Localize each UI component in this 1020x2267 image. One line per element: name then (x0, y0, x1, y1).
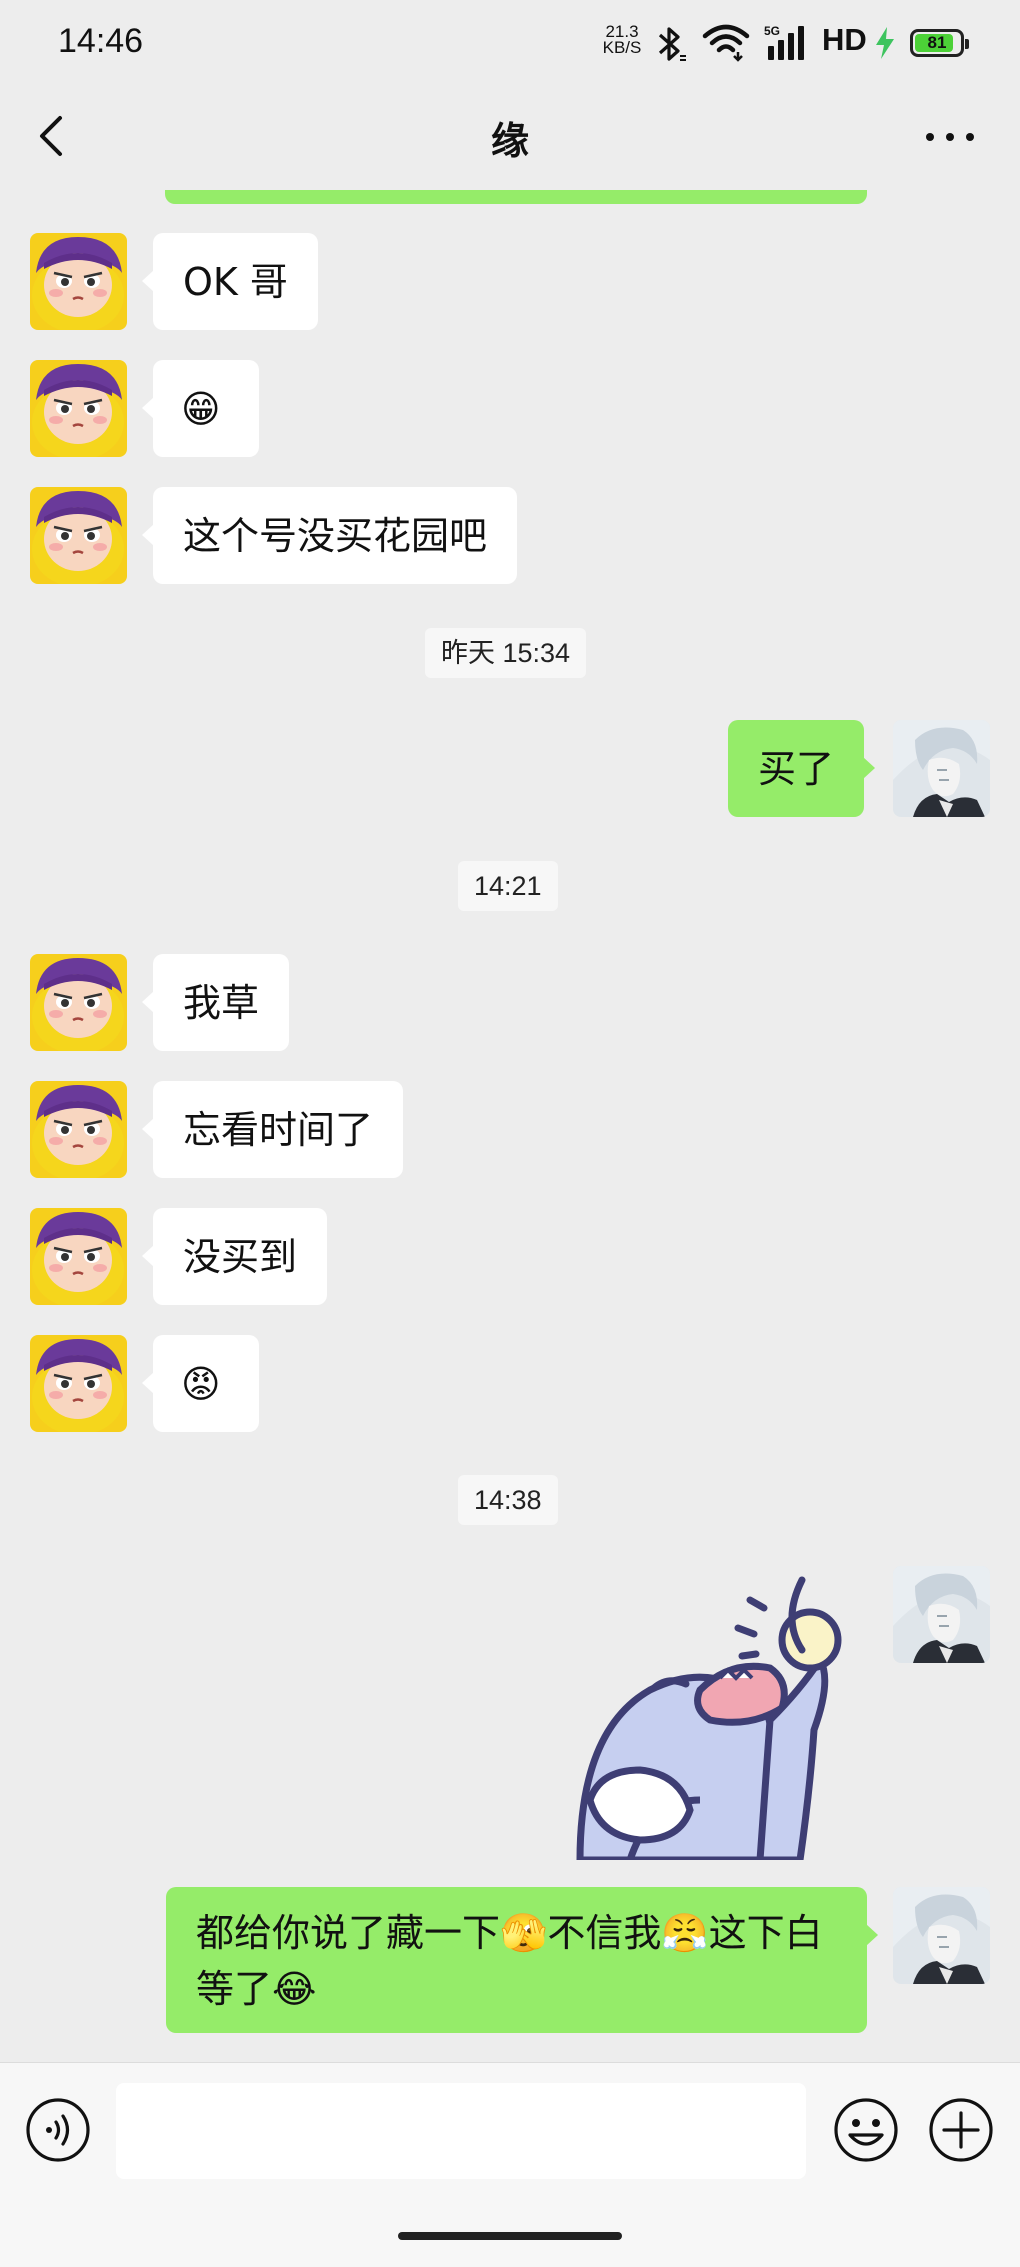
incoming-message-bubble[interactable]: 😁 (142, 360, 259, 457)
incoming-message-bubble[interactable]: 😡 (142, 1335, 259, 1432)
outgoing-message-bubble[interactable]: 都给你说了藏一下🫣不信我😤这下白 等了😂 (166, 1887, 878, 2033)
chat-title: 缘 (490, 119, 529, 163)
outgoing-message-bubble[interactable]: 买了 (728, 720, 876, 817)
cellular-signal-icon: 5G (764, 24, 804, 60)
message-text: OK 哥 (183, 260, 288, 304)
contact-avatar[interactable] (30, 487, 127, 584)
bluetooth-icon (658, 27, 686, 61)
wifi-icon (702, 24, 750, 62)
message-text: 这个号没买花园吧 (183, 514, 488, 558)
message-timestamp: 昨天 15:34 (425, 628, 587, 678)
emoji-grin: 😁 (181, 387, 221, 431)
message-timestamp: 14:21 (458, 861, 558, 911)
plus-icon[interactable] (928, 2097, 994, 2163)
hd-indicator: HD (822, 22, 867, 57)
previous-message-bubble-edge (165, 190, 867, 204)
message-text: 我草 (183, 981, 260, 1025)
my-avatar[interactable] (893, 720, 990, 817)
chat-header: 缘 (0, 88, 1020, 188)
contact-avatar[interactable] (30, 1208, 127, 1305)
more-options-icon[interactable] (920, 112, 980, 162)
status-time: 14:46 (58, 22, 144, 60)
message-text-line: 都给你说了藏一下🫣不信我😤这下白 (196, 1911, 823, 1955)
home-indicator[interactable] (398, 2232, 622, 2240)
network-type: 5G (764, 24, 780, 38)
my-avatar[interactable] (893, 1566, 990, 1663)
status-bar: 14:46 21.3 KB/S 5G HD 81 (0, 0, 1020, 88)
contact-avatar[interactable] (30, 360, 127, 457)
battery-percent: 81 (927, 33, 947, 52)
incoming-message-bubble[interactable]: 忘看时间了 (141, 1081, 404, 1178)
charging-icon (876, 27, 894, 59)
message-timestamp: 14:38 (458, 1475, 558, 1525)
contact-avatar[interactable] (30, 1335, 127, 1432)
message-text: 忘看时间了 (183, 1108, 374, 1152)
network-speed-unit: KB/S (602, 38, 642, 57)
message-input[interactable] (116, 2083, 806, 2179)
message-text-line: 等了😂 (196, 1967, 317, 2011)
emoji-angry: 😡 (181, 1362, 221, 1406)
incoming-message-bubble[interactable]: 这个号没买花园吧 (141, 487, 518, 584)
incoming-message-bubble[interactable]: OK 哥 (142, 233, 318, 330)
dolphin-6-sticker[interactable] (570, 1560, 870, 1860)
incoming-message-bubble[interactable]: 我草 (141, 954, 290, 1051)
incoming-message-bubble[interactable]: 没买到 (141, 1208, 328, 1305)
message-text: 没买到 (183, 1235, 298, 1279)
message-text: 买了 (758, 747, 835, 791)
emoji-icon[interactable] (833, 2097, 899, 2163)
contact-avatar[interactable] (30, 1081, 127, 1178)
voice-icon[interactable] (25, 2097, 91, 2163)
my-avatar[interactable] (893, 1887, 990, 1984)
contact-avatar[interactable] (30, 233, 127, 330)
battery-icon: 81 (910, 29, 969, 57)
network-speed: 21.3 KB/S (600, 23, 644, 57)
contact-avatar[interactable] (30, 954, 127, 1051)
